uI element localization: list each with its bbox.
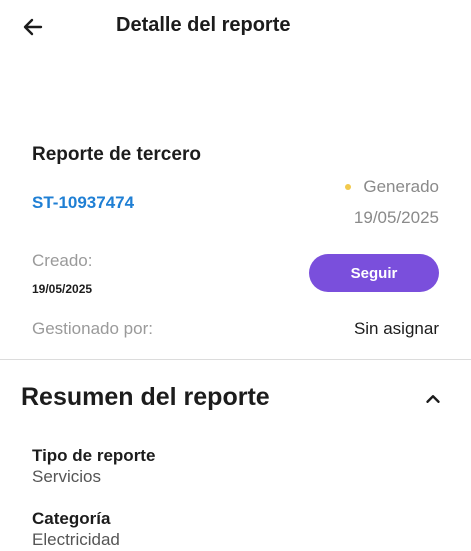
managed-by-label: Gestionado por:: [32, 319, 153, 338]
managed-by-value: Sin asignar: [353, 319, 439, 338]
report-card-title: Reporte de tercero: [32, 144, 201, 165]
app-header: Detalle del reporte: [0, 0, 471, 54]
report-type-value: Servicios: [32, 467, 101, 486]
status-dot-icon: [345, 184, 352, 190]
created-label: Creado:: [32, 251, 93, 270]
summary-section-title: Resumen del reporte: [21, 383, 270, 411]
status-date: 19/05/2025: [353, 208, 439, 227]
page-title: Detalle del reporte: [116, 14, 291, 36]
category-value: Electricidad: [32, 530, 120, 549]
section-divider: [0, 359, 471, 360]
back-button[interactable]: [18, 12, 48, 42]
status-label: Generado: [363, 177, 439, 196]
report-id: ST-10937474: [32, 193, 135, 212]
summary-section-toggle[interactable]: Resumen del reporte: [0, 370, 471, 426]
status-badge: Generado: [345, 177, 439, 197]
category-label: Categoría: [32, 509, 111, 528]
arrow-left-icon: [23, 18, 43, 36]
follow-button[interactable]: Seguir: [309, 254, 439, 292]
report-type-label: Tipo de reporte: [32, 446, 156, 465]
created-date: 19/05/2025: [32, 282, 93, 296]
chevron-up-icon[interactable]: [422, 388, 444, 410]
